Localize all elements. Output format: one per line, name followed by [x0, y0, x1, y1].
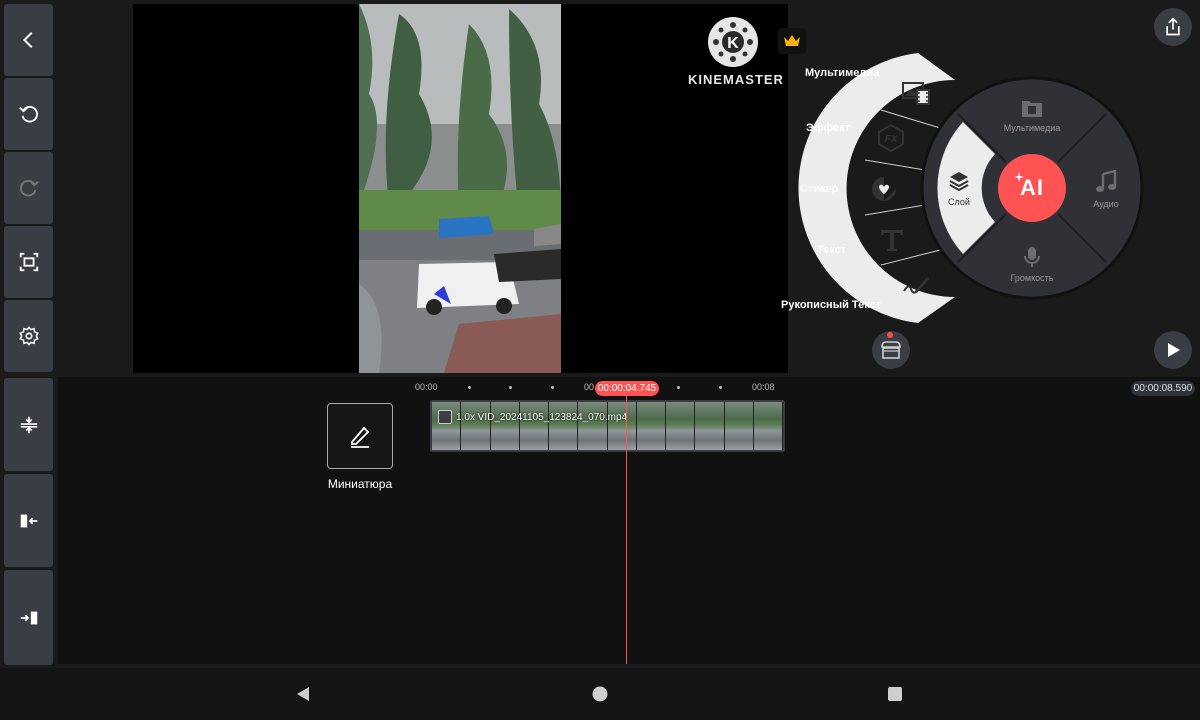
capture-icon [19, 252, 38, 272]
kinemaster-watermark[interactable]: K KINEMASTER [688, 17, 784, 87]
sticker-icon [872, 177, 896, 201]
redo-button[interactable] [4, 152, 53, 224]
nav-home-icon[interactable] [591, 685, 609, 703]
menu-label-multimedia[interactable]: Мультимедиа [805, 67, 879, 79]
wheel-item-volume[interactable]: Громкость [1000, 246, 1064, 283]
playhead[interactable] [626, 396, 627, 664]
system-nav-bar [0, 668, 1200, 720]
kinemaster-logo: K [708, 17, 758, 67]
menu-label-text[interactable]: Текст [817, 244, 846, 256]
expand-vertical-icon [20, 416, 37, 433]
menu-label-effect[interactable]: Эффект [806, 122, 850, 134]
ruler-dot [509, 386, 512, 389]
clip-name: 1.0x VID_20241105_123824_070.mp4 [456, 411, 628, 423]
media-menu-item-multimedia[interactable] [901, 80, 931, 111]
menu-label-sticker[interactable]: Стикер [800, 183, 838, 195]
ruler-tick-end: 00:08 [752, 382, 775, 392]
wheel-item-multimedia[interactable]: Мультимедиа [1000, 98, 1064, 133]
chevron-left-icon [22, 31, 32, 49]
thumbnail-button[interactable] [327, 403, 393, 469]
capture-frame-button[interactable] [4, 226, 53, 298]
ruler-dot [551, 386, 554, 389]
ruler-tick-partial: 00 [584, 382, 595, 392]
folder-icon [1022, 101, 1042, 117]
sparkle-icon [1014, 172, 1024, 182]
ruler-dot [468, 386, 471, 389]
wheel-label-audio: Аудио [1093, 199, 1119, 209]
video-frame-image [359, 4, 561, 373]
gear-icon [18, 326, 39, 346]
ruler-tick-start: 00:00 [415, 382, 438, 392]
fx-icon: FX [878, 123, 904, 153]
total-duration: 00:00:08.590 [1131, 381, 1195, 396]
music-note-icon [1096, 169, 1117, 192]
nav-back-icon[interactable] [294, 685, 312, 703]
store-icon [881, 341, 901, 359]
wheel-item-audio[interactable]: Аудио [1086, 169, 1126, 209]
ruler-dot [719, 386, 722, 389]
wheel-label-multimedia: Мультимедиа [1003, 123, 1061, 133]
media-menu-item-handwriting[interactable] [901, 271, 931, 304]
export-button[interactable] [1154, 8, 1192, 46]
premium-button[interactable] [778, 28, 806, 54]
ai-button[interactable]: AI [1008, 170, 1056, 206]
text-icon [881, 230, 903, 251]
video-frame [359, 4, 561, 373]
pencil-icon [351, 426, 370, 448]
jump-to-end-button[interactable] [4, 570, 53, 665]
settings-button[interactable] [4, 300, 53, 372]
wheel-label-layer: Слой [948, 197, 970, 207]
play-button[interactable] [1154, 331, 1192, 369]
ruler-dot [677, 386, 680, 389]
thumbnail-label: Миниатюра [327, 477, 393, 491]
film-reel-icon: K [713, 22, 753, 62]
media-menu-item-sticker[interactable] [870, 175, 898, 208]
handwriting-icon [903, 277, 929, 294]
microphone-icon [1024, 247, 1040, 267]
kinemaster-editor: K KINEMASTER FX Мультимедиа Эффект Стике… [0, 0, 1200, 720]
watermark-text: KINEMASTER [688, 72, 784, 87]
svg-text:K: K [727, 35, 739, 52]
crown-icon [784, 35, 800, 46]
svg-text:FX: FX [885, 134, 899, 145]
redo-icon [19, 179, 39, 197]
jump-to-start-button[interactable] [4, 474, 53, 567]
nav-recents-icon[interactable] [886, 685, 904, 703]
media-browser-icon [902, 82, 930, 105]
layers-icon [949, 172, 969, 192]
share-icon [1166, 17, 1180, 36]
wheel-label-volume: Громкость [1010, 273, 1054, 283]
clip-label: 1.0x VID_20241105_123824_070.mp4 [438, 410, 627, 424]
timeline-zoom-button[interactable] [4, 378, 53, 471]
back-button[interactable] [4, 4, 53, 76]
play-icon [1168, 343, 1180, 357]
wheel-item-layer[interactable]: Слой [940, 170, 978, 207]
jump-start-icon [20, 514, 37, 527]
video-clip[interactable]: 1.0x VID_20241105_123824_070.mp4 [430, 400, 785, 452]
notification-dot [887, 332, 893, 338]
undo-button[interactable] [4, 78, 53, 150]
clip-type-icon [438, 410, 452, 424]
jump-end-icon [20, 611, 37, 624]
playhead-time[interactable]: 00:00:04.745 [595, 381, 659, 396]
menu-label-handwriting[interactable]: Рукописный Текст [781, 299, 881, 311]
media-menu-item-effect[interactable]: FX [876, 123, 906, 158]
undo-icon [18, 105, 38, 123]
media-menu-item-text[interactable] [878, 226, 906, 259]
